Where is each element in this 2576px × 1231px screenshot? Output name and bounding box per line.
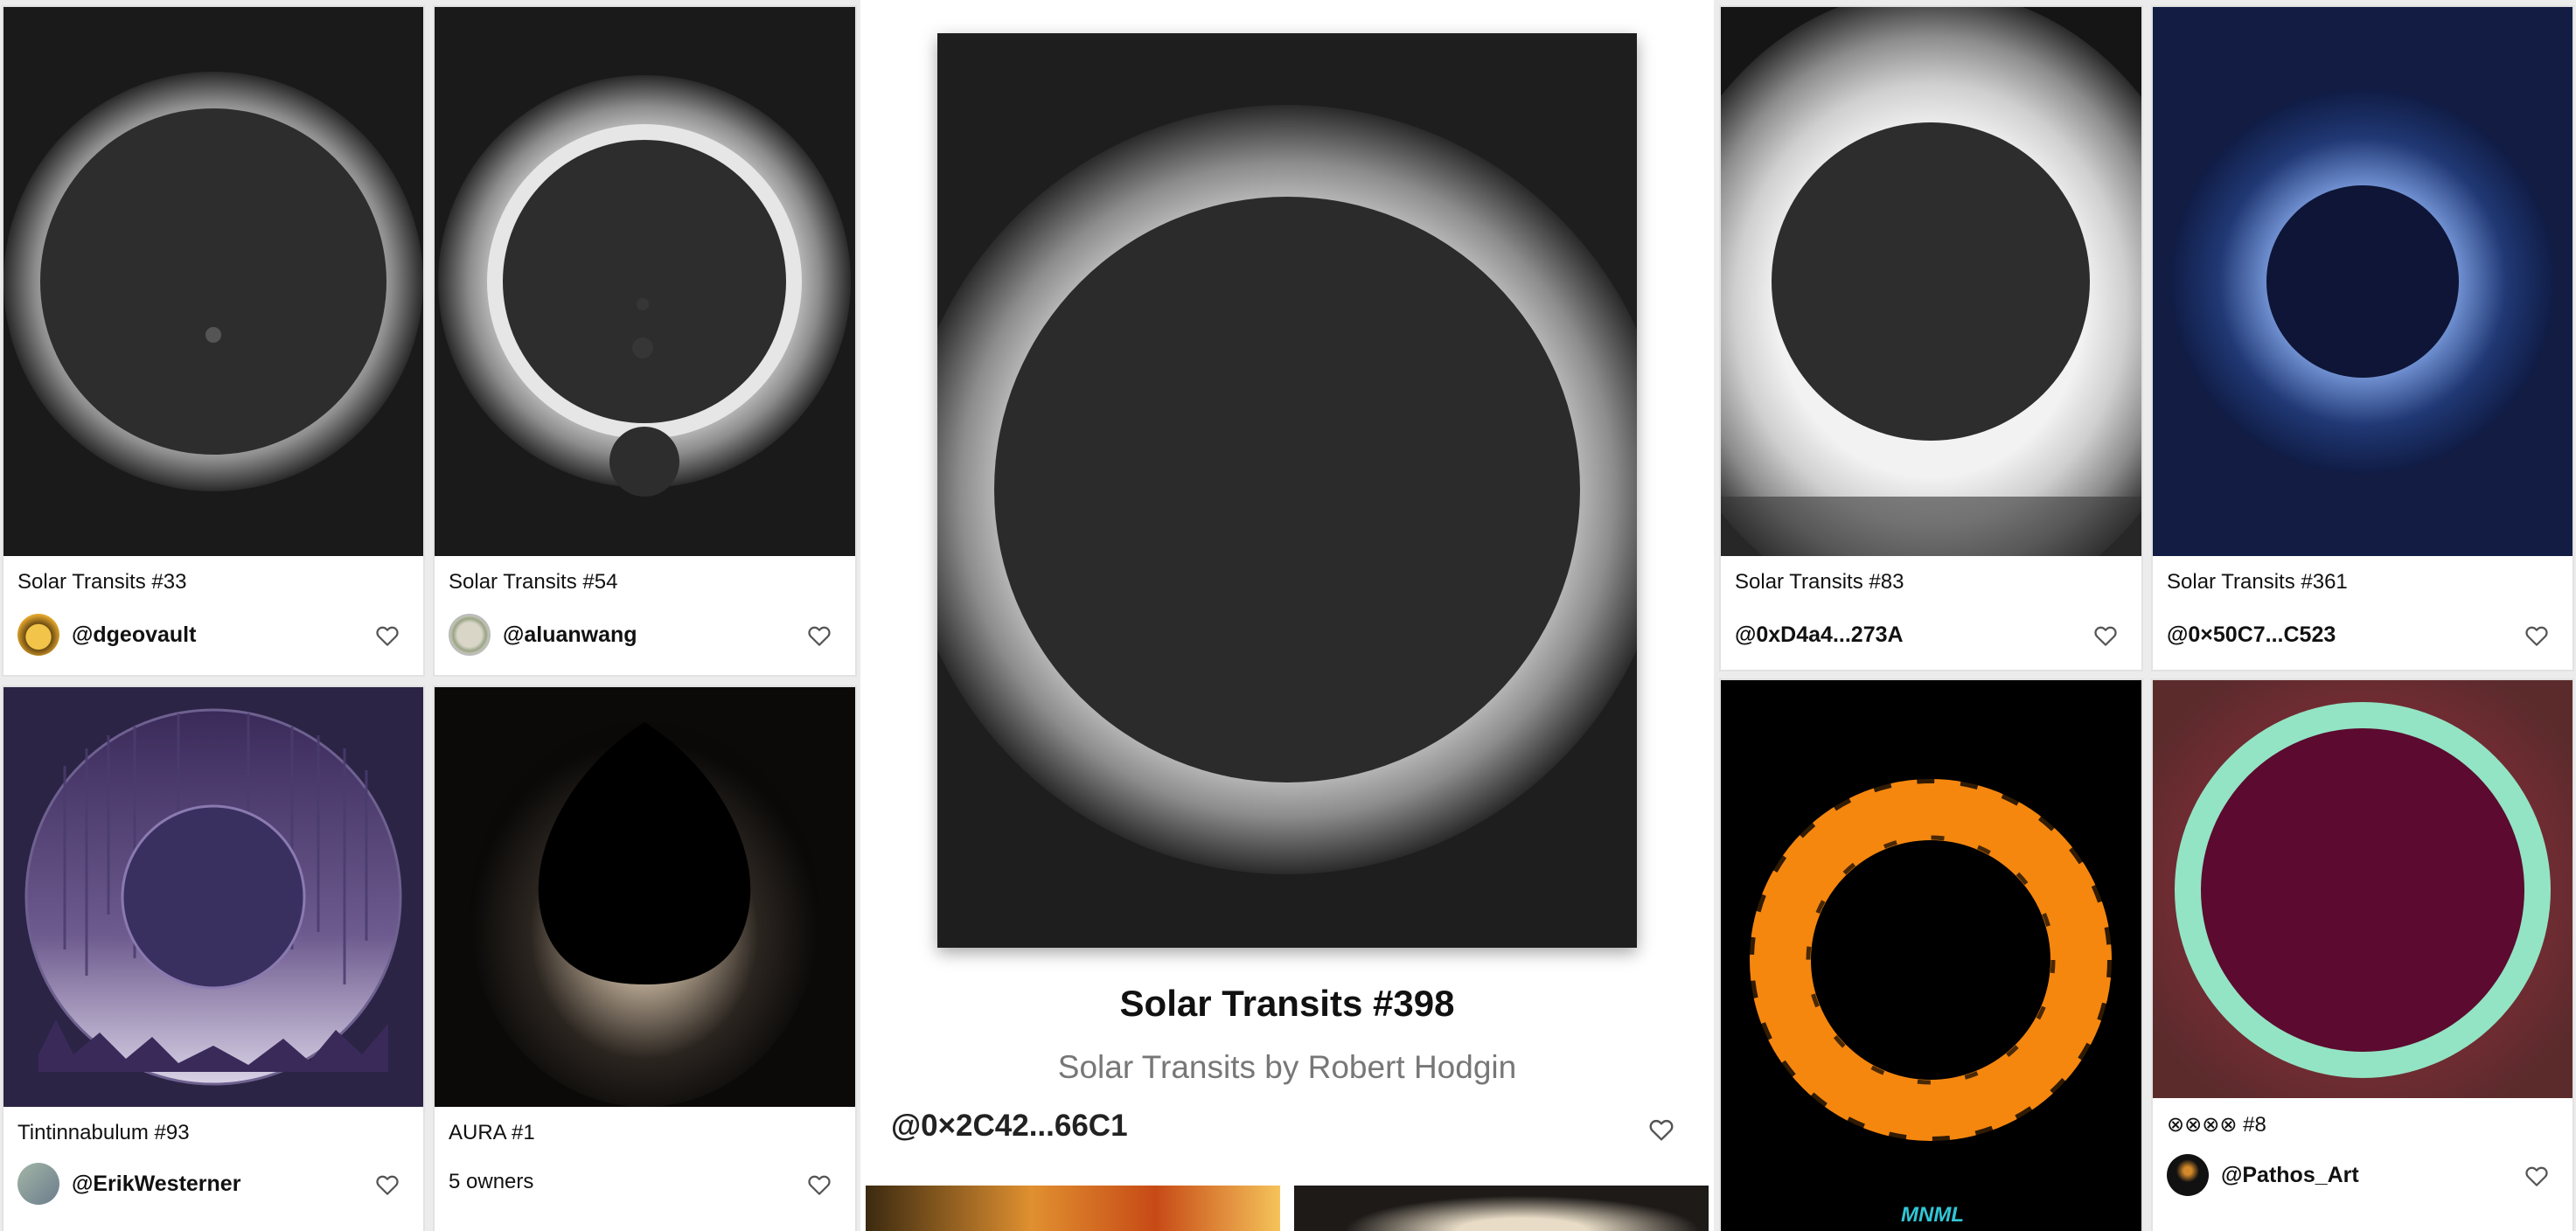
card-title[interactable]: Solar Transits #33 bbox=[17, 570, 186, 595]
owner-name[interactable]: @dgeovault bbox=[72, 622, 196, 648]
nft-card-tintinnabulum-93[interactable]: Tintinnabulum #93 @ErikWesterner bbox=[3, 687, 423, 1231]
heart-outline-icon[interactable] bbox=[374, 1172, 400, 1198]
heart-outline-icon[interactable] bbox=[806, 1172, 832, 1198]
heart-outline-icon[interactable] bbox=[806, 622, 832, 649]
owner[interactable]: @dgeovault bbox=[17, 614, 196, 656]
owners-count: 5 owners bbox=[449, 1170, 533, 1194]
owner-name[interactable]: @aluanwang bbox=[503, 622, 637, 648]
card-title[interactable]: Solar Transits #361 bbox=[2167, 570, 2348, 595]
artwork-image[interactable] bbox=[3, 7, 423, 556]
avatar bbox=[449, 614, 491, 656]
card-title[interactable]: AURA #1 bbox=[449, 1121, 535, 1145]
heart-outline-icon[interactable] bbox=[2524, 622, 2550, 649]
owners-count-text: 5 owners bbox=[449, 1170, 534, 1193]
nft-card-solar-transits-361[interactable]: Solar Transits #361 @0×50C7...C523 bbox=[2153, 7, 2573, 670]
owner[interactable]: @0xD4a4...273A bbox=[1735, 622, 1904, 648]
nft-card-aura-1[interactable]: AURA #1 5 owners bbox=[435, 687, 855, 1231]
next-artwork-thumbnail[interactable] bbox=[1294, 1186, 1709, 1231]
owner[interactable]: @ErikWesterner bbox=[17, 1163, 240, 1205]
owner[interactable]: @Pathos_Art bbox=[2167, 1154, 2359, 1196]
card-title[interactable]: Solar Transits #83 bbox=[1735, 570, 1904, 595]
artwork-image[interactable] bbox=[1721, 7, 2141, 556]
heart-outline-icon[interactable] bbox=[374, 622, 400, 649]
artwork-image[interactable] bbox=[2153, 7, 2573, 556]
featured-title[interactable]: Solar Transits #398 bbox=[860, 983, 1714, 1025]
featured-panel: Solar Transits #398 Solar Transits by Ro… bbox=[860, 0, 1714, 1231]
avatar bbox=[17, 1163, 59, 1205]
mnml-watermark: MNML bbox=[1901, 1203, 1964, 1227]
artwork-image[interactable] bbox=[1721, 680, 2141, 1231]
featured-artwork[interactable] bbox=[937, 33, 1637, 948]
nft-card-solar-transits-33[interactable]: Solar Transits #33 @dgeovault bbox=[3, 7, 423, 675]
owner-name[interactable]: @0×50C7...C523 bbox=[2167, 622, 2336, 648]
nft-card-pathos-8[interactable]: ⊗⊗⊗⊗ #8 @Pathos_Art bbox=[2153, 680, 2573, 1231]
artwork-image[interactable] bbox=[2153, 680, 2573, 1098]
artwork-image[interactable] bbox=[435, 7, 855, 556]
owner[interactable]: @0×50C7...C523 bbox=[2167, 622, 2336, 648]
owner-name[interactable]: @Pathos_Art bbox=[2221, 1163, 2359, 1188]
featured-collection[interactable]: Solar Transits by Robert Hodgin bbox=[860, 1049, 1714, 1086]
artwork-image[interactable] bbox=[435, 687, 855, 1107]
card-title[interactable]: ⊗⊗⊗⊗ #8 bbox=[2167, 1112, 2266, 1137]
heart-outline-icon[interactable] bbox=[1647, 1116, 1675, 1144]
nft-card-mnml-ring[interactable]: MNML bbox=[1721, 680, 2141, 1231]
avatar bbox=[17, 614, 59, 656]
card-title[interactable]: Solar Transits #54 bbox=[449, 570, 617, 595]
heart-outline-icon[interactable] bbox=[2524, 1163, 2550, 1189]
nft-card-solar-transits-54[interactable]: Solar Transits #54 @aluanwang bbox=[435, 7, 855, 675]
nft-card-solar-transits-83[interactable]: Solar Transits #83 @0xD4a4...273A bbox=[1721, 7, 2141, 670]
card-title[interactable]: Tintinnabulum #93 bbox=[17, 1121, 190, 1145]
next-artwork-thumbnail[interactable] bbox=[866, 1186, 1280, 1231]
heart-outline-icon[interactable] bbox=[2092, 622, 2119, 649]
owner-name[interactable]: @0xD4a4...273A bbox=[1735, 622, 1904, 648]
owner-name[interactable]: @ErikWesterner bbox=[72, 1172, 240, 1197]
owner[interactable]: @aluanwang bbox=[449, 614, 637, 656]
artwork-image[interactable] bbox=[3, 687, 423, 1107]
featured-owner[interactable]: @0×2C42...66C1 bbox=[891, 1109, 1128, 1144]
avatar bbox=[2167, 1154, 2209, 1196]
